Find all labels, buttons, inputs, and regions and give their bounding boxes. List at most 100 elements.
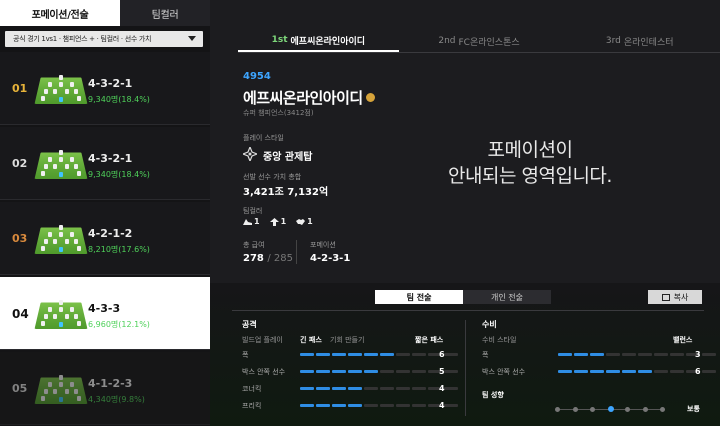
formation-row[interactable]: 01 4-3-2-1 9,340명(18.4%) [0, 52, 210, 125]
formation-row[interactable]: 04 4-3-3 6,960명(12.1%) [0, 277, 210, 350]
filter-dropdown[interactable]: 공식 경기 1vs1 · 챔피언스 + · 팀컬러 · 선수 가치 [5, 31, 203, 47]
player-marker [77, 171, 81, 176]
tab-individual-tactics[interactable]: 개인 전술 [463, 290, 551, 304]
player-marker [70, 157, 74, 162]
tab-user-3rd[interactable]: 3rd 온라인테스터 [559, 30, 720, 52]
tendency-value: 보통 [687, 404, 700, 414]
player-marker [53, 164, 57, 169]
teamcolor-count: 1 [254, 217, 260, 226]
pitch-thumbnail [34, 221, 88, 257]
tactic-bar [300, 404, 458, 407]
divider [296, 240, 297, 264]
player-marker [48, 82, 52, 87]
boot-icon [243, 218, 252, 225]
bar-segment [348, 404, 362, 407]
bar-segment [412, 370, 426, 373]
user-name: 에프씨온라인아이디 [243, 87, 375, 108]
defense-title: 수비 [482, 320, 497, 329]
player-marker [70, 82, 74, 87]
player-marker [77, 246, 81, 251]
tactic-label: 코너킥 [242, 385, 262, 393]
tactic-row: 폭6 [242, 350, 462, 362]
chevron-down-icon [188, 36, 196, 41]
player-marker [59, 397, 63, 402]
bar-segment [348, 370, 362, 373]
tactic-value: 5 [439, 367, 445, 376]
formation-row[interactable]: 03 4-2-1-2 8,210명(17.6%) [0, 202, 210, 275]
formation-row[interactable]: 05 4-1-2-3 4,340명(9.8%) [0, 352, 210, 425]
bar-segment [622, 353, 636, 356]
user-tab-name: 온라인테스터 [623, 37, 674, 48]
player-marker [74, 239, 78, 244]
bar-segment [606, 353, 620, 356]
formation-count: 8,210명(17.6%) [88, 245, 150, 254]
slider-step [590, 407, 595, 412]
bar-segment [558, 370, 572, 373]
tab-user-2nd[interactable]: 2nd FC온라인스톤스 [399, 30, 560, 52]
player-marker [53, 89, 57, 94]
user-id: 4954 [243, 71, 271, 82]
player-marker [48, 232, 52, 237]
player-marker [70, 382, 74, 387]
slider-step [607, 406, 614, 412]
player-marker [48, 157, 52, 162]
tab-user-1st[interactable]: 1st 에프씨온라인아이디 [238, 30, 399, 52]
bar-segment [590, 353, 604, 356]
tendency-text: 보통 [687, 405, 700, 413]
rank-ordinal: 3rd [605, 36, 621, 46]
slider-step [660, 407, 665, 412]
tactic-row: 박스 안쪽 선수 5 [242, 367, 462, 379]
slider-step [625, 407, 630, 412]
player-marker [59, 307, 63, 312]
attack-title: 공격 [242, 320, 257, 329]
bar-segment [396, 404, 410, 407]
bar-segment [364, 353, 378, 356]
bar-segment [670, 370, 684, 373]
player-marker [44, 239, 48, 244]
player-marker [65, 239, 69, 244]
teamcolor-item: 1 [269, 217, 286, 226]
bar-segment [300, 353, 314, 356]
player-marker [44, 314, 48, 319]
player-marker [77, 321, 81, 326]
tactic-label: 폭 [242, 351, 249, 359]
tactic-row: 박스 안쪽 선수 6 [482, 367, 716, 379]
user-rank: 슈퍼 챔피언스(3412점) [243, 109, 314, 117]
tactic-value: 3 [695, 350, 701, 359]
slider-step [572, 407, 578, 412]
bar-segment [654, 370, 668, 373]
formation-label: 포메이션 [310, 241, 336, 249]
player-marker [48, 307, 52, 312]
player-marker [59, 82, 63, 87]
tactic-label: 폭 [482, 351, 489, 359]
bar-segment [316, 370, 330, 373]
player-marker [59, 150, 63, 155]
formation-placeholder: 포메이션이 안내되는 영역입니다. [430, 137, 630, 189]
tendency-slider[interactable] [555, 406, 665, 412]
bar-segment [396, 387, 410, 390]
bar-segment [380, 387, 394, 390]
tactic-label: 프리킥 [242, 402, 262, 410]
formation-row[interactable]: 02 4-3-2-1 9,340명(18.4%) [0, 127, 210, 200]
player-marker [41, 171, 45, 176]
tab-team-tactics[interactable]: 팀 전술 [375, 290, 463, 304]
teamcolor-list: 1 1 1 [243, 217, 313, 226]
bar-segment [638, 353, 652, 356]
copy-label: 복사 [673, 292, 689, 302]
tower-icon [243, 147, 257, 161]
bar-segment [558, 353, 572, 356]
bar-segment [380, 404, 394, 407]
bar-segment [332, 387, 346, 390]
copy-button[interactable]: 복사 [648, 290, 702, 304]
tactic-row: 코너킥 4 [242, 384, 462, 396]
filter-label: 공식 경기 1vs1 · 챔피언스 + · 팀컬러 · 선수 가치 [13, 35, 152, 43]
formation-count: 9,340명(18.4%) [88, 170, 150, 179]
bar-segment [332, 404, 346, 407]
tab-teamcolor[interactable]: 팀컬러 [120, 0, 210, 26]
formation-rank: 01 [12, 82, 28, 95]
bar-segment [638, 370, 652, 373]
tab-formation[interactable]: 포메이션/전술 [0, 0, 120, 26]
bar-segment [606, 370, 620, 373]
player-marker [77, 396, 81, 401]
bar-segment [380, 353, 394, 356]
